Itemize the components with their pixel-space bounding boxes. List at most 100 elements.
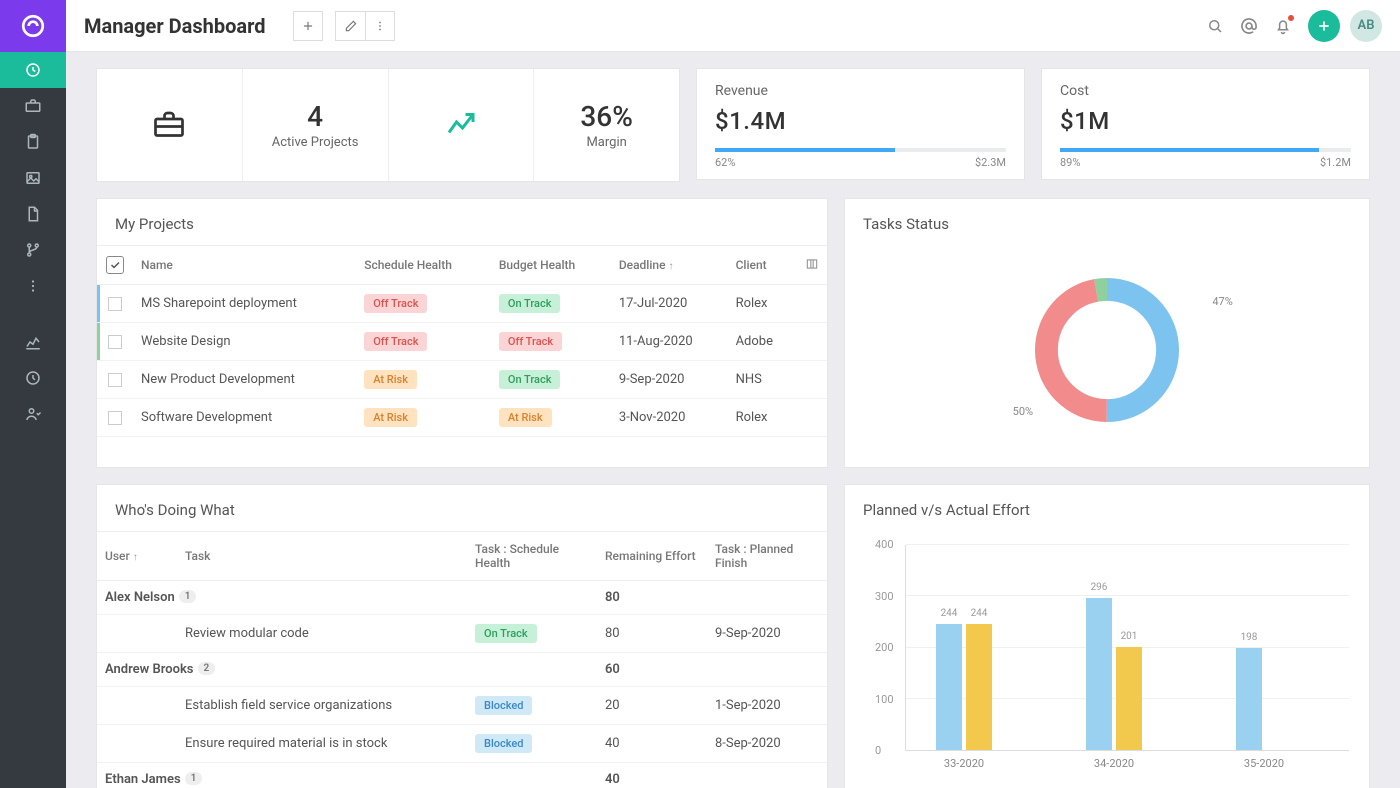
kpi-revenue-card: Revenue $1.4M 62% $2.3M <box>696 68 1025 180</box>
notifications-button[interactable] <box>1266 9 1300 43</box>
y-tick-label: 200 <box>875 641 894 654</box>
projects-table: Name Schedule Health Budget Health Deadl… <box>97 245 827 437</box>
cell-remaining: 20 <box>597 687 707 725</box>
task-health-badge: Blocked <box>475 696 532 715</box>
cell-remaining: 80 <box>597 615 707 653</box>
more-actions-button[interactable] <box>365 11 395 41</box>
y-tick-label: 100 <box>875 693 894 706</box>
add-button[interactable] <box>293 11 323 41</box>
col-client[interactable]: Client <box>728 246 797 285</box>
cell-client: Rolex <box>728 285 797 323</box>
app-logo[interactable] <box>0 0 66 52</box>
col-deadline[interactable]: Deadline↑ <box>611 246 728 285</box>
cell-task: Establish field service organizations <box>177 687 467 725</box>
row-checkbox[interactable] <box>108 373 122 387</box>
y-tick-label: 0 <box>875 744 881 757</box>
nav-document[interactable] <box>0 196 66 232</box>
user-avatar[interactable]: AB <box>1350 10 1382 42</box>
card-title: Planned v/s Actual Effort <box>845 485 1369 531</box>
edit-button[interactable] <box>335 11 365 41</box>
donut-label-47: 47% <box>1212 295 1232 308</box>
nav-image[interactable] <box>0 160 66 196</box>
group-count-badge: 1 <box>179 590 197 603</box>
nav-more[interactable] <box>0 268 66 304</box>
group-row[interactable]: Ethan James140 <box>97 763 827 788</box>
col-schedule[interactable]: Schedule Health <box>356 246 491 285</box>
donut-label-50: 50% <box>1013 405 1033 418</box>
task-row[interactable]: Review modular codeOn Track809-Sep-2020 <box>97 615 827 653</box>
mentions-button[interactable] <box>1232 9 1266 43</box>
budget-health-badge: On Track <box>499 294 561 313</box>
kpi-active-projects: 4 Active Projects <box>242 69 388 181</box>
page-title: Manager Dashboard <box>84 14 265 38</box>
cell-client: Adobe <box>728 323 797 361</box>
bar: 244 <box>966 624 992 750</box>
nav-user-settings[interactable] <box>0 396 66 432</box>
table-row[interactable]: New Product DevelopmentAt RiskOn Track9-… <box>97 361 827 399</box>
bar-value-label: 244 <box>971 608 988 619</box>
schedule-health-badge: Off Track <box>364 332 427 351</box>
kpi-label: Cost <box>1060 83 1351 99</box>
kpi-cost-card: Cost $1M 89% $1.2M <box>1041 68 1370 180</box>
progress-target: $1.2M <box>1320 156 1351 169</box>
col-user[interactable]: User↑ <box>97 532 177 581</box>
search-button[interactable] <box>1198 9 1232 43</box>
col-task[interactable]: Task <box>177 532 467 581</box>
group-row[interactable]: Andrew Brooks260 <box>97 653 827 687</box>
row-checkbox[interactable] <box>108 297 122 311</box>
select-all-checkbox[interactable] <box>106 256 124 274</box>
nav-clipboard[interactable] <box>0 124 66 160</box>
y-tick-label: 400 <box>875 538 894 551</box>
schedule-health-badge: At Risk <box>364 370 417 389</box>
nav-dashboard[interactable] <box>0 52 66 88</box>
bar-group: 19835-2020 <box>1236 648 1292 750</box>
nav-history[interactable] <box>0 360 66 396</box>
cell-remaining: 40 <box>597 725 707 763</box>
cell-finish: 9-Sep-2020 <box>707 615 827 653</box>
col-columns-picker[interactable] <box>797 246 827 285</box>
group-name: Alex Nelson1 <box>97 581 597 615</box>
kpi-label: Active Projects <box>272 135 359 150</box>
card-title: My Projects <box>97 199 827 245</box>
nav-briefcase[interactable] <box>0 88 66 124</box>
bar-group: 24424433-2020 <box>936 624 992 750</box>
group-count-badge: 2 <box>198 662 216 675</box>
schedule-health-badge: At Risk <box>364 408 417 427</box>
progress-bar <box>715 148 1006 152</box>
row-checkbox[interactable] <box>108 335 122 349</box>
my-projects-card: My Projects Name Schedule Health Budget … <box>96 198 828 468</box>
nav-branch[interactable] <box>0 232 66 268</box>
bar-category-label: 33-2020 <box>944 757 984 770</box>
progress-bar <box>1060 148 1351 152</box>
row-checkbox[interactable] <box>108 411 122 425</box>
cell-deadline: 17-Jul-2020 <box>611 285 728 323</box>
global-add-button[interactable] <box>1308 10 1340 42</box>
task-row[interactable]: Ensure required material is in stockBloc… <box>97 725 827 763</box>
bar-value-label: 296 <box>1091 582 1108 593</box>
cell-task: Review modular code <box>177 615 467 653</box>
col-budget[interactable]: Budget Health <box>491 246 611 285</box>
col-remaining[interactable]: Remaining Effort <box>597 532 707 581</box>
col-finish[interactable]: Task : Planned Finish <box>707 532 827 581</box>
cell-name: Software Development <box>133 399 356 437</box>
budget-health-badge: At Risk <box>499 408 552 427</box>
col-health[interactable]: Task : Schedule Health <box>467 532 597 581</box>
whos-doing-what-card: Who's Doing What User↑ Task Task : Sched… <box>96 484 828 788</box>
briefcase-icon <box>151 107 187 143</box>
bar-value-label: 244 <box>941 608 958 619</box>
task-row[interactable]: Establish field service organizations Blo… <box>97 687 827 725</box>
nav-analytics[interactable] <box>0 324 66 360</box>
table-row[interactable]: Website DesignOff TrackOff Track11-Aug-2… <box>97 323 827 361</box>
col-name[interactable]: Name <box>133 246 356 285</box>
bar-category-label: 35-2020 <box>1244 757 1284 770</box>
trend-up-icon <box>443 107 479 143</box>
tasks-status-donut: 50% 47% <box>845 245 1369 455</box>
kpi-value: 36% <box>580 100 632 133</box>
group-row[interactable]: Alex Nelson180 <box>97 581 827 615</box>
bar: 244 <box>936 624 962 750</box>
main-content: 4 Active Projects 36% Margin Revenue $1.… <box>66 52 1400 788</box>
schedule-health-badge: Off Track <box>364 294 427 313</box>
table-row[interactable]: Software DevelopmentAt RiskAt Risk3-Nov-… <box>97 399 827 437</box>
cell-client: Rolex <box>728 399 797 437</box>
table-row[interactable]: MS Sharepoint deploymentOff TrackOn Trac… <box>97 285 827 323</box>
